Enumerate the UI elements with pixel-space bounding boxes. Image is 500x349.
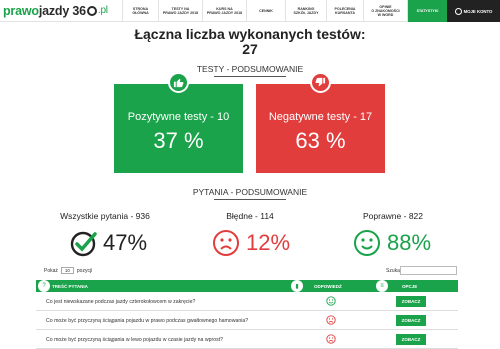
nav-menu: STRONA GŁÓWNA TESTY NA PRAWO JAZDY 2018 … — [122, 0, 447, 22]
positive-tests-label: Pozytywne testy - 10 — [127, 111, 230, 123]
all-questions-percent: 47% — [103, 230, 148, 255]
total-tests-count: 27 — [242, 41, 258, 57]
top-navbar: prawo jazdy 36 .pl STRONA GŁÓWNA TESTY N… — [0, 0, 500, 22]
negative-tests-percent: 63 % — [295, 128, 346, 153]
logo-part1: prawo — [3, 3, 39, 18]
questions-summary-heading: PYTANIA - PODSUMOWANIE — [192, 187, 308, 197]
nav-item-ranking[interactable]: RANKING SZKÓŁ JAZDY — [285, 0, 326, 22]
logo-part3: .pl — [97, 5, 108, 16]
page-length-select[interactable]: 10 — [60, 267, 74, 274]
view-button[interactable]: ZOBACZ — [396, 315, 426, 326]
table-row: Co może być przyczyną ściągania w lewo p… — [36, 330, 458, 349]
negative-tests-label: Negatywne testy - 17 — [268, 111, 373, 123]
question-text: Co może być przyczyną ściągania pojazdu … — [46, 317, 249, 324]
nav-item-statistics[interactable]: STATYSTYKI — [407, 0, 447, 22]
all-questions-label: Wszystkie pytania - 936 — [60, 211, 150, 221]
search-input[interactable] — [400, 266, 457, 275]
nav-item-pricing[interactable]: CENNIK — [246, 0, 285, 22]
account-button[interactable]: MOJE KONTO — [447, 0, 500, 22]
wrong-answers-label: Błędne - 114 — [226, 211, 274, 221]
logo-part2: jazdy 36 — [38, 3, 86, 18]
options-column-icon: ≡ — [376, 280, 388, 292]
user-icon — [454, 7, 462, 15]
site-logo[interactable]: prawo jazdy 36 .pl — [3, 1, 108, 20]
view-button[interactable]: ZOBACZ — [396, 296, 426, 307]
question-text: Co może być przyczyną ściągania w lewo p… — [46, 336, 224, 343]
logo-ring-icon — [86, 5, 97, 16]
view-button[interactable]: ZOBACZ — [396, 334, 426, 345]
column-options: OPCJE — [402, 283, 418, 289]
question-column-icon: ? — [38, 280, 50, 292]
nav-item-home[interactable]: STRONA GŁÓWNA — [122, 0, 158, 22]
stats-column-icon: ▮ — [291, 280, 303, 292]
questions-table-header: ? TREŚĆ PYTANIA ▮ ODPOWIEDŹ ≡ OPCJE — [36, 280, 458, 292]
nav-item-tests[interactable]: TESTY NA PRAWO JAZDY 2018 — [158, 0, 202, 22]
correct-answers-label: Poprawne - 822 — [362, 211, 423, 221]
thumbs-up-icon — [168, 72, 189, 93]
tests-summary-divider — [214, 76, 286, 77]
positive-tests-percent: 37 % — [153, 128, 204, 153]
nav-item-opinions[interactable]: OPINIE O ZNAKOMOŚCI W WORD — [363, 0, 407, 22]
sad-face-icon — [326, 315, 336, 325]
checkmark-circle-icon — [70, 231, 97, 257]
tests-summary-heading: TESTY - PODSUMOWANIE — [196, 64, 304, 74]
nav-item-recommendations[interactable]: POLECENIA KURSANTA — [326, 0, 363, 22]
nav-item-course[interactable]: KURS NA PRAWO JAZDY 2018 — [202, 0, 246, 22]
correct-answers-percent: 88% — [387, 230, 432, 255]
happy-face-icon — [354, 230, 380, 256]
page-length-prefix: Pokaż — [44, 267, 58, 274]
table-row: Co jest niewskazane podczas jazdy cztero… — [36, 292, 458, 311]
column-question[interactable]: TREŚĆ PYTANIA — [52, 280, 88, 292]
account-label: MOJE KONTO — [463, 8, 493, 14]
column-answer[interactable]: ODPOWIEDŹ — [314, 280, 342, 292]
negative-tests-box: Negatywne testy - 17 63 % — [256, 72, 385, 173]
page-title: Łączna liczba wykonanych testów: — [134, 26, 366, 42]
question-text: Co jest niewskazane podczas jazdy cztero… — [46, 298, 196, 305]
happy-face-icon — [326, 296, 336, 306]
questions-summary-divider — [214, 199, 286, 200]
sad-face-icon — [326, 334, 336, 344]
page-length-control: Pokaż 10 pozycji — [44, 267, 92, 274]
positive-tests-box: Pozytywne testy - 10 37 % — [114, 72, 243, 173]
page-length-suffix: pozycji — [76, 267, 93, 274]
table-row: Co może być przyczyną ściągania pojazdu … — [36, 311, 458, 330]
wrong-answers-percent: 12% — [246, 230, 291, 255]
thumbs-down-icon — [310, 72, 331, 93]
sad-face-icon — [213, 230, 239, 256]
